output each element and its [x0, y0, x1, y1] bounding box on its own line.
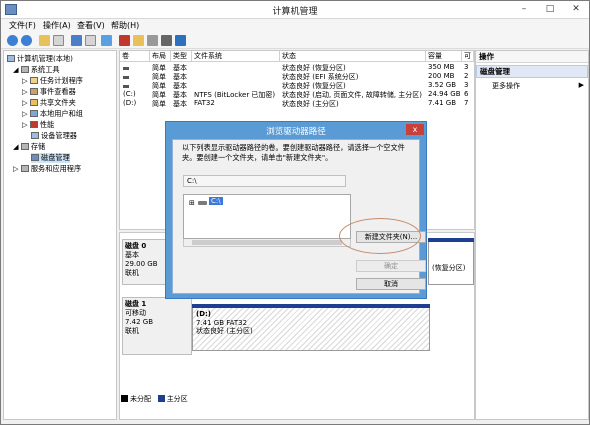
dialog-title: 浏览驱动器路径 [266, 127, 326, 137]
drive-icon [123, 67, 129, 70]
col-header-layout[interactable]: 布局 [150, 51, 171, 62]
col-header-type[interactable]: 类型 [171, 51, 192, 62]
help-icon[interactable] [71, 35, 82, 46]
window-title: 计算机管理 [272, 7, 318, 17]
services-icon [20, 165, 29, 172]
forward-icon[interactable] [21, 35, 32, 46]
disk-0-partition-recovery[interactable]: (恢复分区) [428, 238, 474, 285]
folder-tree[interactable]: ⊞ C:\ [183, 194, 351, 239]
tools-icon [20, 66, 29, 73]
drive-icon [123, 76, 129, 79]
disk-1-label[interactable]: 磁盘 1 可移动 7.42 GB 联机 [122, 297, 192, 355]
legend: 未分配 主分区 [121, 394, 188, 404]
cancel-button[interactable]: 取消 [356, 278, 426, 290]
actions-section-disk-management[interactable]: 磁盘管理 [476, 65, 588, 78]
delete-icon[interactable] [119, 35, 130, 46]
performance-icon [29, 121, 38, 128]
drive-icon [198, 201, 207, 205]
disk-1-partition-d[interactable]: (D:) 7.41 GB FAT32 状态良好 (主分区) [192, 304, 430, 351]
users-icon [29, 110, 38, 117]
open-folder-icon[interactable] [133, 35, 144, 46]
actions-pane: 操作 磁盘管理 更多操作 ▶ [475, 50, 589, 420]
folder-tree-item-c[interactable]: C:\ [209, 197, 223, 205]
folder-icon [29, 99, 38, 106]
device-manager-icon [31, 132, 39, 139]
browse-drive-path-dialog: 浏览驱动器路径 x 以下列表显示驱动器路径的卷。要创建驱动器路径，请选择一个空文… [165, 121, 427, 299]
properties-icon[interactable] [85, 35, 96, 46]
annotation-circle [339, 218, 421, 254]
tree-device-manager[interactable]: 设备管理器 [31, 131, 77, 141]
computer-icon [7, 55, 15, 62]
dialog-body: 以下列表显示驱动器路径的卷。要创建驱动器路径，请选择一个空文件夹。要创建一个文件… [172, 139, 426, 294]
disk-management-icon [31, 154, 39, 161]
legend-primary-swatch [157, 395, 165, 402]
menu-view[interactable]: 查看(V) [77, 20, 105, 31]
back-icon[interactable] [7, 35, 18, 46]
event-icon [29, 88, 38, 95]
tree-disk-management[interactable]: 磁盘管理 [31, 153, 70, 163]
tree-task-scheduler[interactable]: ▷ 任务计划程序 [22, 76, 83, 86]
tree-shared-folders[interactable]: ▷ 共享文件夹 [22, 98, 76, 108]
tool-icon[interactable] [161, 35, 172, 46]
tree-local-users[interactable]: ▷ 本地用户和组 [22, 109, 83, 119]
minimize-button[interactable]: – [511, 1, 537, 17]
col-header-filesystem[interactable]: 文件系统 [192, 51, 280, 62]
menu-file[interactable]: 文件(F) [9, 20, 36, 31]
close-window-button[interactable]: ✕ [563, 1, 589, 17]
menu-bar: 文件(F) 操作(A) 查看(V) 帮助(H) [1, 19, 589, 33]
col-header-capacity[interactable]: 容量 [426, 51, 462, 62]
storage-icon [20, 143, 29, 150]
clock-icon [29, 77, 38, 84]
dialog-description: 以下列表显示驱动器路径的卷。要创建驱动器路径，请选择一个空文件夹。要创建一个文件… [182, 143, 405, 162]
menu-help[interactable]: 帮助(H) [111, 20, 139, 31]
drive-icon [123, 85, 129, 88]
col-header-free[interactable]: 可 [462, 51, 474, 62]
horizontal-scrollbar[interactable] [183, 239, 351, 247]
tree-root[interactable]: 计算机管理(本地) [7, 54, 73, 64]
tree-services-apps[interactable]: ▷ 服务和应用程序 [13, 164, 81, 174]
ok-button[interactable]: 确定 [356, 260, 426, 272]
tree-performance[interactable]: ▷ 性能 [22, 120, 54, 130]
tree-event-viewer[interactable]: ▷ 事件查看器 [22, 87, 76, 97]
maximize-button[interactable]: □ [537, 1, 563, 17]
more-actions-link[interactable]: 更多操作 [492, 81, 520, 91]
disk-icon[interactable] [175, 35, 186, 46]
up-folder-icon[interactable] [39, 35, 50, 46]
computer-management-window: 计算机管理 – □ ✕ 文件(F) 操作(A) 查看(V) 帮助(H) 计算机管… [0, 0, 590, 425]
view-icon[interactable] [101, 35, 112, 46]
path-field[interactable]: C:\ [183, 175, 346, 187]
legend-unallocated-swatch [121, 395, 128, 402]
title-bar: 计算机管理 – □ ✕ [1, 1, 589, 19]
console-tree: 计算机管理(本地) ◢ 系统工具 ▷ 任务计划程序 ▷ 事件查看器 ▷ 共享文件… [3, 50, 117, 420]
disk-1-name: 磁盘 1 [125, 300, 147, 308]
checkmark-icon[interactable] [147, 35, 158, 46]
col-header-status[interactable]: 状态 [280, 51, 426, 62]
menu-action[interactable]: 操作(A) [43, 20, 71, 31]
show-hide-tree-icon[interactable] [53, 35, 64, 46]
actions-header: 操作 [476, 51, 588, 63]
chevron-right-icon: ▶ [578, 81, 584, 89]
scrollbar-thumb[interactable] [192, 240, 342, 245]
tree-storage[interactable]: ◢ 存储 [13, 142, 45, 152]
col-header-volume[interactable]: 卷 [120, 51, 150, 62]
dialog-close-button[interactable]: x [406, 124, 424, 135]
tree-system-tools[interactable]: ◢ 系统工具 [13, 65, 60, 75]
toolbar [1, 33, 589, 49]
expand-icon[interactable]: ⊞ [189, 199, 195, 207]
